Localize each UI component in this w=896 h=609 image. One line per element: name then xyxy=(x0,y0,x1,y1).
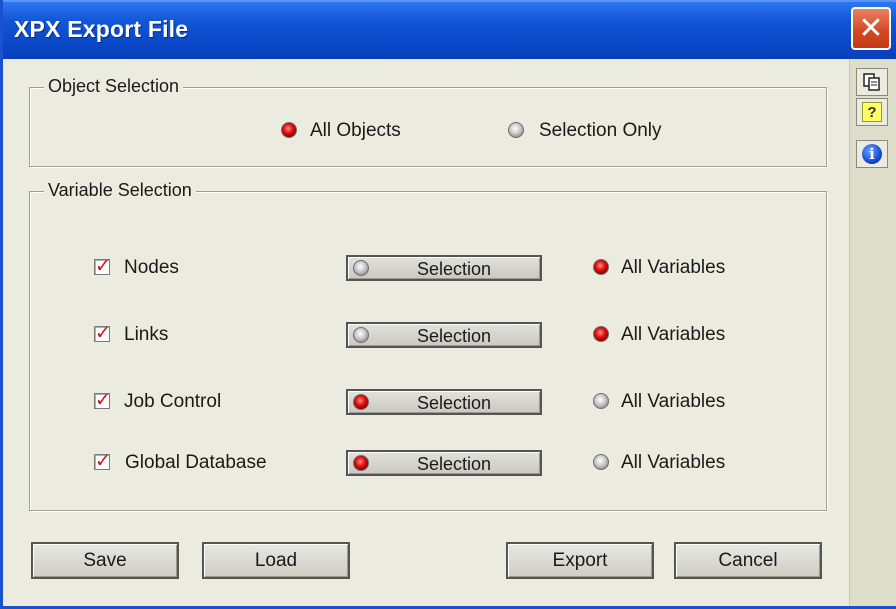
global-database-checkbox[interactable]: ✓ xyxy=(94,452,111,471)
dialog-body: Object Selection All Objects Selection O… xyxy=(6,59,849,606)
close-button[interactable]: ✕ xyxy=(851,7,891,50)
job-control-selection-button[interactable]: Selection xyxy=(346,389,542,415)
export-button[interactable]: Export xyxy=(506,542,654,579)
object-selection-legend: Object Selection xyxy=(44,76,184,97)
links-label[interactable]: Links xyxy=(124,324,168,346)
nodes-checkbox[interactable]: ✓ xyxy=(94,257,111,276)
copy-icon xyxy=(863,73,880,91)
nodes-all-variables-radio[interactable] xyxy=(593,259,609,275)
global-database-selection-label: Selection xyxy=(416,454,492,474)
global-database-all-variables-radio[interactable] xyxy=(593,454,609,470)
variable-selection-legend: Variable Selection xyxy=(44,180,196,201)
job-control-label[interactable]: Job Control xyxy=(124,391,221,413)
links-selection-button[interactable]: Selection xyxy=(346,322,542,348)
save-button[interactable]: Save xyxy=(31,542,179,579)
nodes-label[interactable]: Nodes xyxy=(124,257,179,279)
help-icon: ? xyxy=(862,102,882,122)
close-icon: ✕ xyxy=(858,11,884,45)
links-checkbox[interactable]: ✓ xyxy=(94,324,111,343)
links-all-variables-label[interactable]: All Variables xyxy=(621,324,725,346)
nodes-selection-label: Selection xyxy=(416,259,492,279)
nodes-all-variables-label[interactable]: All Variables xyxy=(621,257,725,279)
title-bar[interactable]: XPX Export File ✕ xyxy=(3,0,896,59)
help-glyph: ? xyxy=(867,103,877,121)
window-title: XPX Export File xyxy=(14,16,189,42)
help-button[interactable]: ? xyxy=(856,98,888,126)
job-control-all-variables-label[interactable]: All Variables xyxy=(621,391,725,413)
all-objects-radio[interactable] xyxy=(281,122,297,138)
selection-only-radio[interactable] xyxy=(508,122,524,138)
export-dialog: XPX Export File ✕ Object Selection All O… xyxy=(0,0,896,609)
all-objects-label[interactable]: All Objects xyxy=(310,120,401,142)
copy-button[interactable] xyxy=(856,68,888,96)
global-database-label[interactable]: Global Database xyxy=(125,452,267,474)
job-control-selection-label: Selection xyxy=(416,393,492,413)
object-selection-group: Object Selection xyxy=(29,76,827,167)
info-glyph: i xyxy=(869,145,875,163)
job-control-checkbox[interactable]: ✓ xyxy=(94,391,111,410)
nodes-selection-button[interactable]: Selection xyxy=(346,255,542,281)
side-toolbar: ? i xyxy=(849,59,896,606)
selection-only-label[interactable]: Selection Only xyxy=(539,120,662,142)
global-database-all-variables-label[interactable]: All Variables xyxy=(621,452,725,474)
info-button[interactable]: i xyxy=(856,140,888,168)
info-icon: i xyxy=(862,144,882,164)
cancel-button[interactable]: Cancel xyxy=(674,542,822,579)
links-all-variables-radio[interactable] xyxy=(593,326,609,342)
links-selection-label: Selection xyxy=(416,326,492,346)
job-control-all-variables-radio[interactable] xyxy=(593,393,609,409)
global-database-selection-button[interactable]: Selection xyxy=(346,450,542,476)
load-button[interactable]: Load xyxy=(202,542,350,579)
